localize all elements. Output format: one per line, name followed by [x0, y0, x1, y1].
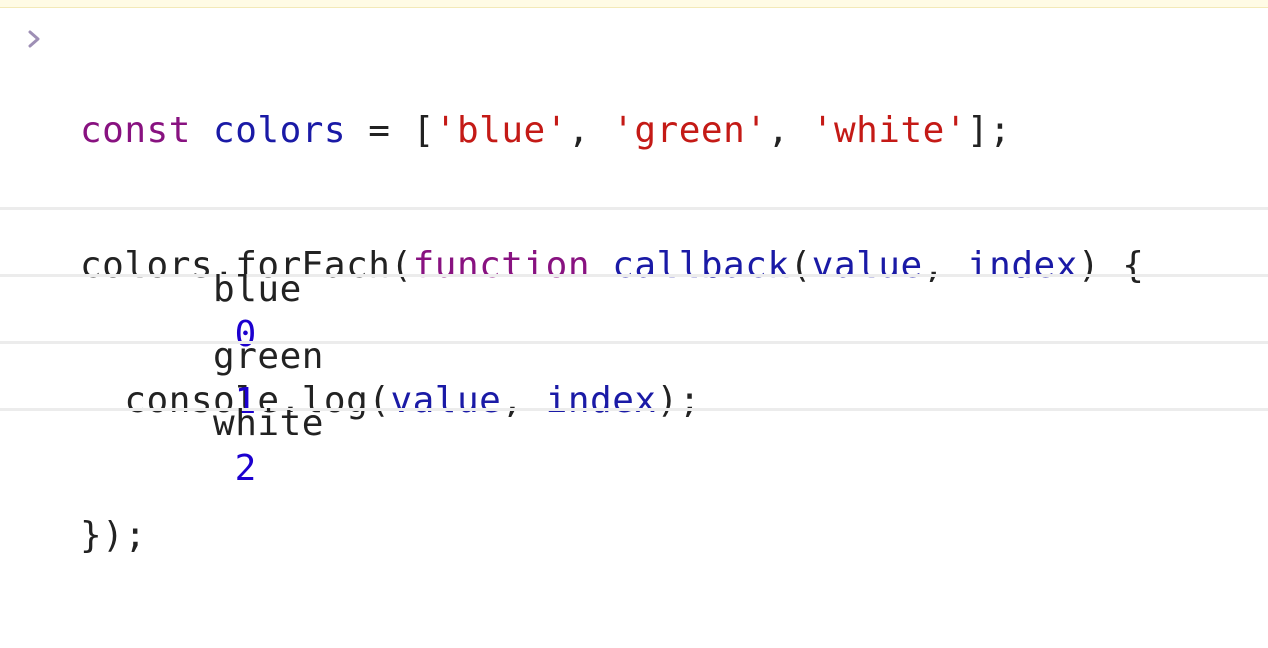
code-token: , — [767, 110, 812, 151]
console-output-row: green 1 — [0, 277, 1268, 422]
chevron-right-icon — [28, 30, 40, 48]
code-token: const — [80, 110, 214, 151]
console-input-entry[interactable]: const colors = ['blue', 'green', 'white'… — [0, 8, 1268, 556]
output-message: white 2 — [80, 356, 324, 536]
code-token: , — [567, 110, 613, 151]
code-token: = [ — [346, 110, 435, 151]
code-token: 'blue' — [434, 110, 568, 151]
code-token: ]; — [967, 110, 1012, 151]
code-token: 'white' — [811, 110, 967, 151]
output-index: 2 — [234, 448, 257, 489]
output-value: white — [213, 403, 324, 444]
console-output-row: blue 0 — [0, 210, 1268, 355]
console-log: const colors = ['blue', 'green', 'white'… — [0, 8, 1268, 556]
code-line: const colors = ['blue', 'green', 'white'… — [80, 108, 1144, 153]
code-token: 'green' — [612, 110, 768, 151]
code-token: colors — [213, 110, 347, 151]
console-output-row: white 2 — [0, 344, 1268, 489]
top-warning-strip — [0, 0, 1268, 8]
